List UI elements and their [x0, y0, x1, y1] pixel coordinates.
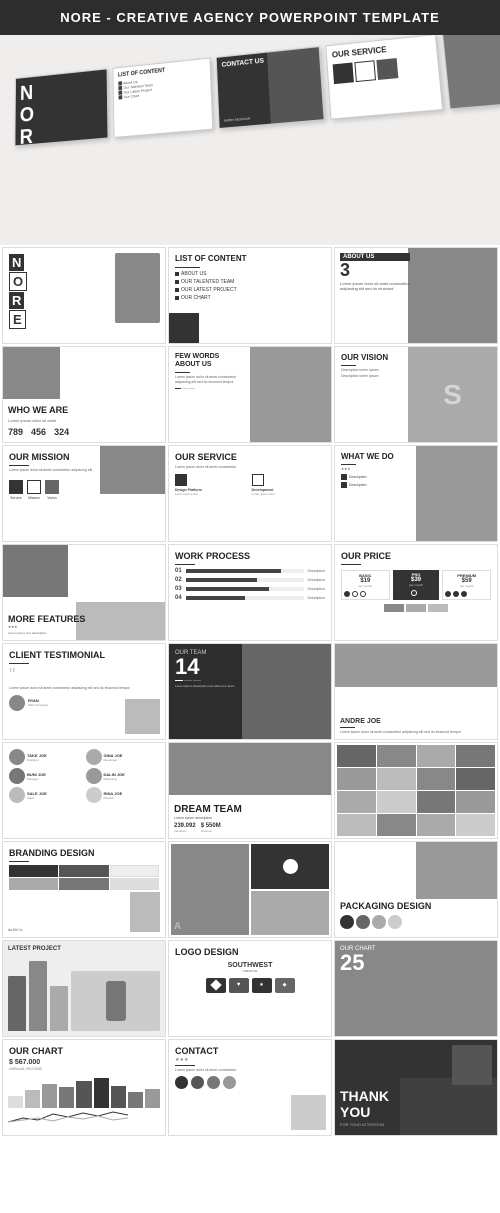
hero-slide-1: N O R E: [15, 68, 109, 146]
slide-few-words: FEW WORDS ABOUT US Lorem ipsum dolor sit…: [168, 346, 332, 443]
slide-branding-design: BRANDING DESIGN Aa Bb Cc: [2, 841, 166, 938]
header-title: NORE - CREATIVE AGENCY POWERPOINT TEMPLA…: [60, 10, 440, 25]
slide-our-team: OUR TEAM 14 Lorem ipsum description text…: [168, 643, 332, 740]
slide-our-chart-annual: OUR CHART $ 567.000 ANNUAL INCOME: [2, 1039, 166, 1136]
slide-thank-you: THANK YOU FOR YOUR ATTENTION: [334, 1039, 498, 1136]
hero-slide-4: OUR SERVICE: [325, 35, 443, 120]
slide-andre-joe: ANDRE JOE Lorem ipsum dolor sit amet con…: [334, 643, 498, 740]
slide-who-we-are: WHO WE ARE Lorem ipsum dolor sit amet 78…: [2, 346, 166, 443]
slides-grid: N O R E LIST OF CONTENT ABOUT US OUR TAL…: [0, 245, 500, 1138]
slide-packaging-design: PACKAGING DESIGN: [334, 841, 498, 938]
slide-latest-project: LATEST PROJECT: [2, 940, 166, 1037]
slide-client-testimonial: CLIENT TESTIMONIAL " Lorem ipsum dolor s…: [2, 643, 166, 740]
hero-section: N O R E LIST OF CONTENT ⬛ About Us ⬛ Our…: [0, 35, 500, 245]
slide-our-service: OUR SERVICE Lorem ipsum dolor sit amet c…: [168, 445, 332, 542]
slide-more-features: MORE FEATURES ★★★ Lorem ipsum text descr…: [2, 544, 166, 641]
slide-what-we-do: WHAT WE DO ★★★ Description Description: [334, 445, 498, 542]
slide-branding-layout2: A: [168, 841, 332, 938]
slide-contact: CONTACT ★★★ Lorem ipsum dolor sit amet c…: [168, 1039, 332, 1136]
slide-team-photo-grid: [334, 742, 498, 839]
slide-dream-team: DREAM TEAM Lorem ipsum description 239.0…: [168, 742, 332, 839]
hero-slide-5: LATEST PROJECT 19: [442, 35, 500, 110]
slide-list-content: LIST OF CONTENT ABOUT US OUR TALENTED TE…: [168, 247, 332, 344]
slide-our-vision: S OUR VISION Description lorem ipsum Des…: [334, 346, 498, 443]
slide-our-mission: OUR MISSION Lorem ipsum dolor sit amet c…: [2, 445, 166, 542]
slide-our-price: OUR PRICE BASIC $19 per month PRO $39 pe…: [334, 544, 498, 641]
slide-team-members-list: TAKE JOE Designer GINA JOE Developer BUN…: [2, 742, 166, 839]
header-bar: NORE - CREATIVE AGENCY POWERPOINT TEMPLA…: [0, 0, 500, 35]
hero-slide-2: LIST OF CONTENT ⬛ About Us ⬛ Our Talente…: [113, 58, 214, 138]
slide-work-process: WORK PROCESS 01 Description 02 Descripti…: [168, 544, 332, 641]
slide-logo-design: LOGO DESIGN SOUTHWEST CREATIVE ♥ ★ ◆: [168, 940, 332, 1037]
slide-our-chart-25: OUR CHART 25: [334, 940, 498, 1037]
slide-about-us: ABOUT US 3 Lorem ipsum dolor sit amet co…: [334, 247, 498, 344]
hero-slides-preview: N O R E LIST OF CONTENT ⬛ About Us ⬛ Our…: [15, 35, 500, 146]
hero-slide-3: CONTACT US twitter facebook: [216, 46, 325, 129]
slide-nore-intro: N O R E: [2, 247, 166, 344]
